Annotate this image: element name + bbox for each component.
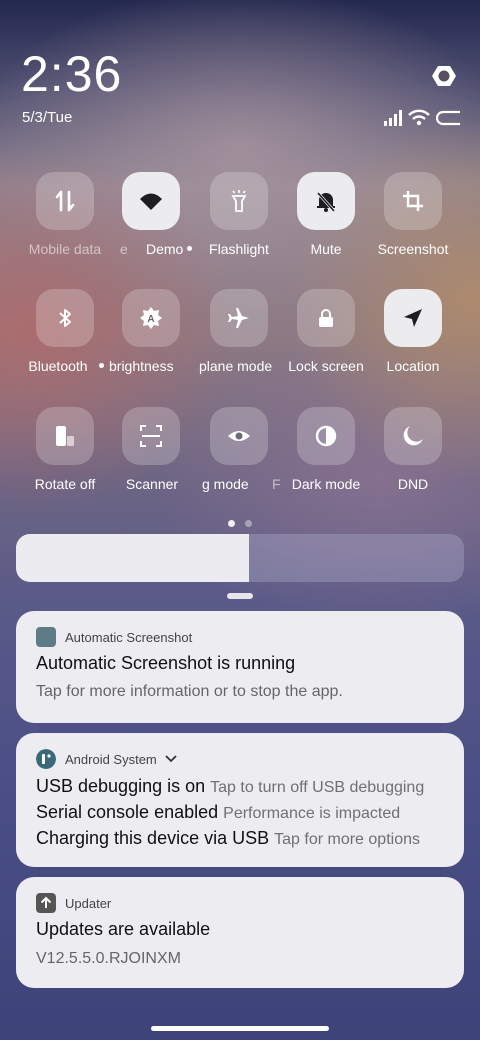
notification-app-name: Android System	[65, 751, 157, 767]
svg-text:A: A	[147, 314, 154, 325]
tile-screenshot[interactable]	[384, 172, 442, 230]
notification-text: V12.5.5.0.RJOINXM	[36, 950, 181, 967]
bluetooth-status-dot	[99, 363, 104, 368]
location-arrow-icon	[404, 309, 422, 327]
tile-label-dnd: DND	[397, 476, 429, 492]
tile-dnd[interactable]	[384, 407, 442, 465]
notification-automatic-screenshot[interactable]: Automatic Screenshot Automatic Screensho…	[16, 611, 464, 723]
tile-label-location: Location	[386, 358, 440, 374]
auto-brightness-icon: A	[140, 307, 162, 329]
tile-label-flashlight: Flashlight	[209, 241, 269, 257]
airplane-icon	[228, 308, 249, 328]
notification-app-name: Updater	[65, 895, 112, 911]
tile-bluetooth[interactable]	[36, 289, 94, 347]
drag-handle[interactable]	[227, 593, 253, 599]
wifi-icon	[140, 193, 162, 210]
upload-arrow-icon	[36, 893, 56, 913]
crop-icon	[403, 191, 423, 211]
bluetooth-icon	[59, 309, 71, 327]
notification-header: Android System	[36, 749, 177, 769]
eye-icon	[228, 431, 250, 441]
moon-icon	[403, 426, 423, 446]
tile-label-wifi-prev: e	[120, 241, 128, 257]
tile-label-mobile-data: Mobile data	[28, 241, 102, 257]
brightness-slider[interactable]	[16, 534, 464, 582]
battery-icon	[436, 110, 460, 126]
tile-label-brightness: brightness	[109, 358, 174, 374]
tile-mobile-data[interactable]	[36, 172, 94, 230]
notification-header: Automatic Screenshot	[36, 627, 192, 647]
clock: 2:36	[21, 46, 123, 102]
tile-label-scanner: Scanner	[125, 476, 179, 492]
signal-icon	[384, 110, 402, 126]
settings-gear-icon[interactable]	[432, 64, 456, 88]
tile-airplane-mode[interactable]	[210, 289, 268, 347]
notification-line: USB debugging is on Tap to turn off USB …	[36, 776, 425, 796]
screenshot-app-icon	[36, 627, 56, 647]
notification-app-name: Automatic Screenshot	[65, 629, 193, 645]
tile-label-dark-mode: Dark mode	[291, 476, 361, 492]
notification-line: Charging this device via USB Tap for mor…	[36, 828, 420, 848]
tile-label-airplane-mode: plane mode	[199, 358, 273, 374]
wifi-status-icon	[408, 109, 430, 126]
tile-wifi[interactable]	[122, 172, 180, 230]
brightness-fill	[16, 534, 249, 582]
chevron-down-icon[interactable]	[165, 755, 177, 763]
home-indicator[interactable]	[151, 1026, 329, 1031]
notification-updater[interactable]: Updater Updates are available V12.5.5.0.…	[16, 877, 464, 988]
tile-label-rotate-off: Rotate off	[34, 476, 96, 492]
notification-text: Tap for more information or to stop the …	[36, 683, 343, 700]
notification-header: Updater	[36, 893, 111, 913]
notification-line: Serial console enabled Performance is im…	[36, 802, 401, 822]
notification-android-system[interactable]: Android System USB debugging is on Tap t…	[16, 733, 464, 867]
tile-label-bluetooth: Bluetooth	[28, 358, 88, 374]
android-system-icon	[36, 749, 56, 769]
date: 5/3/Tue	[22, 109, 73, 126]
status-icons	[384, 108, 464, 128]
tile-mute[interactable]	[297, 172, 355, 230]
tile-label-screenshot: Screenshot	[377, 241, 449, 257]
page-indicator	[228, 520, 254, 528]
mobile-data-icon	[55, 190, 75, 212]
mute-bell-icon	[316, 192, 336, 212]
page-dot	[245, 520, 252, 527]
scanner-icon	[140, 425, 162, 447]
tile-flashlight[interactable]	[210, 172, 268, 230]
rotate-lock-icon	[56, 426, 74, 446]
tile-label-reading-mode: g mode	[202, 476, 249, 492]
tile-rotate-off[interactable]	[36, 407, 94, 465]
notification-title: Updates are available	[36, 919, 211, 939]
tile-auto-brightness[interactable]: A	[122, 289, 180, 347]
tile-lock-screen[interactable]	[297, 289, 355, 347]
tile-dark-mode[interactable]	[297, 407, 355, 465]
dark-mode-icon	[315, 425, 337, 447]
tile-reading-mode[interactable]	[210, 407, 268, 465]
lock-icon	[319, 309, 333, 327]
notification-title: Automatic Screenshot is running	[36, 653, 296, 673]
tile-location[interactable]	[384, 289, 442, 347]
tile-label-lock-screen: Lock screen	[288, 358, 364, 374]
page-dot-active	[228, 520, 235, 527]
tile-scanner[interactable]	[122, 407, 180, 465]
tile-label-mute: Mute	[310, 241, 342, 257]
tile-label-wifi: Demo	[146, 241, 184, 257]
flashlight-icon	[231, 190, 247, 212]
